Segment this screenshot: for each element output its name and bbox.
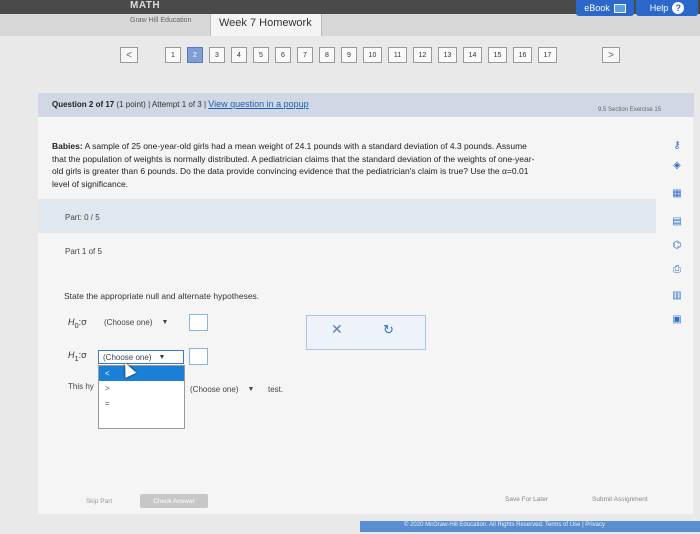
chart-icon[interactable]: ⌬	[670, 238, 684, 252]
instruction-text: State the appropriate null and alternate…	[64, 291, 260, 301]
part-heading: Part 1 of 5	[65, 247, 102, 256]
conclusion-text: This hy	[68, 382, 94, 391]
clear-icon[interactable]: ✕	[331, 321, 343, 338]
dropdown-option[interactable]: <	[99, 366, 184, 381]
submit-assignment-button[interactable]: Submit Assignment	[592, 496, 648, 503]
table-icon[interactable]: ▤	[670, 214, 684, 228]
test-type-select-label: (Choose one)	[190, 384, 239, 394]
prev-question-button[interactable]: <	[120, 47, 138, 63]
h0-label: H0:σ	[68, 317, 87, 330]
h0-sigma: :σ	[78, 317, 87, 327]
problem-line: level of significance.	[52, 178, 129, 189]
question-nav-item[interactable]: 16	[513, 47, 532, 63]
separator: |	[148, 100, 151, 109]
undo-icon[interactable]: ↻	[383, 322, 394, 338]
part-band	[38, 199, 656, 233]
h1-label: H1:σ	[68, 350, 87, 363]
h0-select-label: (Choose one)	[104, 317, 153, 327]
footer-text: © 2020 McGraw-Hill Education. All Rights…	[404, 522, 605, 528]
next-question-button[interactable]: >	[602, 47, 620, 63]
h1-select-label: (Choose one)	[103, 352, 152, 362]
skip-part-button[interactable]: Skip Part	[70, 494, 128, 508]
answer-tools-panel	[306, 315, 426, 350]
assignment-title: Week 7 Homework	[219, 17, 312, 29]
copyright-text: © 2020 McGraw-Hill Education. All Rights…	[404, 522, 544, 528]
chevron-down-icon: ▼	[161, 318, 169, 326]
h0-select[interactable]: (Choose one) ▼	[100, 316, 184, 328]
question-info: Question 2 of 17 (1 point) | Attempt 1 o…	[52, 99, 309, 109]
help-icon: ?	[672, 2, 685, 14]
privacy-link[interactable]: Privacy	[585, 522, 605, 528]
separator: |	[203, 100, 207, 109]
h0-value-input[interactable]	[189, 314, 208, 331]
dropdown-option[interactable]: =	[99, 396, 184, 411]
test-label: test.	[268, 385, 284, 394]
check-answer-button[interactable]: Check Answer	[140, 494, 208, 508]
question-nav-item[interactable]: 3	[209, 47, 225, 63]
problem-line: that the population of weights is normal…	[52, 153, 535, 164]
question-nav-item[interactable]: 4	[231, 47, 247, 63]
publisher-logo: Graw Hill Education	[130, 17, 192, 24]
data-icon[interactable]: ▥	[670, 288, 684, 302]
chevron-down-icon: ▼	[247, 385, 255, 393]
question-nav-item[interactable]: 15	[488, 47, 507, 63]
question-nav-item[interactable]: 14	[463, 47, 482, 63]
sub-header	[0, 14, 700, 36]
brand-logo: MATH	[130, 0, 161, 11]
print-icon[interactable]: ⎙	[670, 262, 684, 276]
problem-line: old girls is greater than 6 pounds. Do t…	[52, 166, 529, 176]
section-label: 9.5 Section Exercise 15	[598, 107, 662, 113]
compass-icon[interactable]: ◈	[670, 158, 684, 172]
question-nav-item[interactable]: 12	[413, 47, 432, 63]
question-nav-item[interactable]: 9	[341, 47, 357, 63]
dropdown-option[interactable]: >	[99, 381, 184, 396]
question-nav-item[interactable]: 2	[187, 47, 203, 63]
separator: |	[582, 522, 584, 528]
attempt-label: Attempt 1 of 3	[151, 100, 202, 109]
question-nav-item[interactable]: 8	[319, 47, 335, 63]
view-popup-link[interactable]: View question in a popup	[208, 99, 308, 109]
ebook-label: eBook	[584, 3, 610, 13]
question-nav-item[interactable]: 5	[253, 47, 269, 63]
terms-link[interactable]: Terms of Use	[545, 522, 580, 528]
question-nav-item[interactable]: 1	[165, 47, 181, 63]
question-nav-item[interactable]: 10	[363, 47, 382, 63]
save-later-button[interactable]: Save For Later	[505, 496, 548, 503]
question-label: Question 2 of 17	[52, 100, 115, 109]
h1-sigma: :σ	[78, 350, 87, 360]
question-nav-item[interactable]: 11	[388, 47, 407, 63]
calculator-icon[interactable]: ▦	[670, 186, 684, 200]
problem-text: Babies: A sample of 25 one-year-old girl…	[52, 140, 660, 190]
chevron-down-icon: ▼	[158, 353, 166, 361]
help-label: Help	[649, 3, 669, 13]
book-icon	[613, 3, 626, 13]
h1-dropdown-menu: < > =	[98, 365, 185, 429]
test-type-select[interactable]: (Choose one) ▼	[186, 383, 270, 395]
question-nav-item[interactable]: 6	[275, 47, 291, 63]
part-progress: Part: 0 / 5	[65, 213, 100, 222]
h1-value-input[interactable]	[189, 348, 208, 365]
problem-line: A sample of 25 one-year-old girls had a …	[82, 141, 527, 151]
h1-select[interactable]: (Choose one) ▼	[98, 350, 184, 364]
question-nav-item[interactable]: 17	[538, 47, 557, 63]
ebook-button[interactable]: eBook	[576, 0, 634, 16]
question-nav-item[interactable]: 13	[438, 47, 457, 63]
help-button[interactable]: Help ?	[636, 0, 698, 16]
problem-lead: Babies:	[52, 141, 83, 151]
question-points: (1 point)	[116, 100, 146, 109]
notes-icon[interactable]: ▣	[670, 312, 684, 326]
key-icon[interactable]: ⚷	[670, 138, 684, 152]
question-nav-item[interactable]: 7	[297, 47, 313, 63]
